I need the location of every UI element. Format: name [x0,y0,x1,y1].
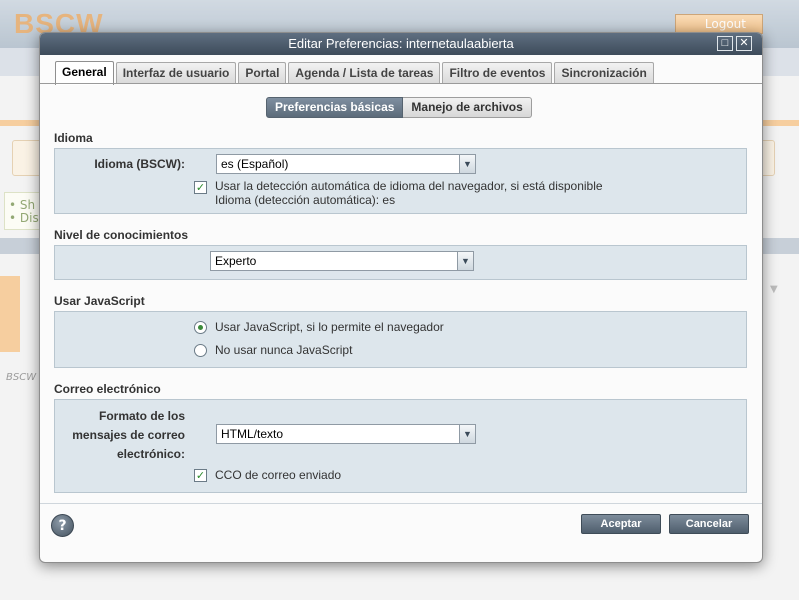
chevron-down-icon: ▼ [459,155,475,173]
footer-divider [40,503,762,504]
section-correo: Formato de los mensajes de correo electr… [54,399,747,493]
js-enabled-label: Usar JavaScript, si lo permite el navega… [215,320,444,334]
correo-format-label: Formato de los mensajes de correo electr… [59,407,185,464]
window-buttons: □ ✕ [717,36,752,51]
sub-tabs: Preferencias básicas Manejo de archivos [266,97,532,118]
bcc-checkbox[interactable]: ✓ [194,469,207,482]
tab-sincronizacion[interactable]: Sincronización [554,62,654,84]
chevron-down-icon: ▼ [459,425,475,443]
tab-divider [40,83,762,84]
js-disabled-label: No usar nunca JavaScript [215,343,353,357]
section-javascript: Usar JavaScript, si lo permite el navega… [54,311,747,368]
auto-language-checkbox[interactable]: ✓ [194,181,207,194]
section-idioma: Idioma (BSCW): es (Español) ▼ ✓ Usar la … [54,148,747,214]
tab-agenda[interactable]: Agenda / Lista de tareas [288,62,441,84]
js-disabled-radio[interactable] [194,344,207,357]
close-icon[interactable]: ✕ [736,36,752,51]
dialog-titlebar[interactable]: Editar Preferencias: internetaulaabierta… [40,33,762,55]
tab-general[interactable]: General [55,61,114,85]
nivel-select[interactable]: Experto ▼ [210,251,474,271]
tab-portal[interactable]: Portal [238,62,287,84]
idioma-select-value: es (Español) [221,157,289,171]
detected-language-text: Idioma (detección automática): es [215,193,396,207]
js-enabled-radio[interactable] [194,321,207,334]
section-title-javascript: Usar JavaScript [54,294,145,308]
correo-format-label-line: mensajes de correo [72,428,185,442]
correo-format-label-line: Formato de los [98,409,185,423]
subtab-manejo-archivos[interactable]: Manejo de archivos [403,97,532,118]
tab-filtro[interactable]: Filtro de eventos [442,62,553,84]
idioma-label: Idioma (BSCW): [94,157,185,171]
bcc-label: CCO de correo enviado [215,468,342,482]
nivel-select-value: Experto [215,254,257,268]
accept-button[interactable]: Aceptar [581,514,661,534]
cancel-button[interactable]: Cancelar [669,514,749,534]
correo-format-select[interactable]: HTML/texto ▼ [216,424,476,444]
chevron-down-icon: ▼ [457,252,473,270]
tab-interfaz[interactable]: Interfaz de usuario [115,62,237,84]
section-title-idioma: Idioma [54,131,93,145]
maximize-icon[interactable]: □ [717,36,733,51]
main-tabs: General Interfaz de usuario Portal Agend… [55,61,654,85]
subtab-preferencias-basicas[interactable]: Preferencias básicas [266,97,404,118]
auto-language-label: Usar la detección automática de idioma d… [215,179,603,193]
preferences-dialog: Editar Preferencias: internetaulaabierta… [39,32,763,563]
section-nivel: Experto ▼ [54,245,747,280]
section-title-correo: Correo electrónico [54,382,161,396]
dialog-title: Editar Preferencias: internetaulaabierta [288,36,514,51]
correo-format-value: HTML/texto [221,427,284,441]
idioma-select[interactable]: es (Español) ▼ [216,154,476,174]
section-title-nivel: Nivel de conocimientos [54,228,189,242]
help-icon[interactable]: ? [51,514,74,537]
correo-format-label-line: electrónico: [116,447,185,461]
